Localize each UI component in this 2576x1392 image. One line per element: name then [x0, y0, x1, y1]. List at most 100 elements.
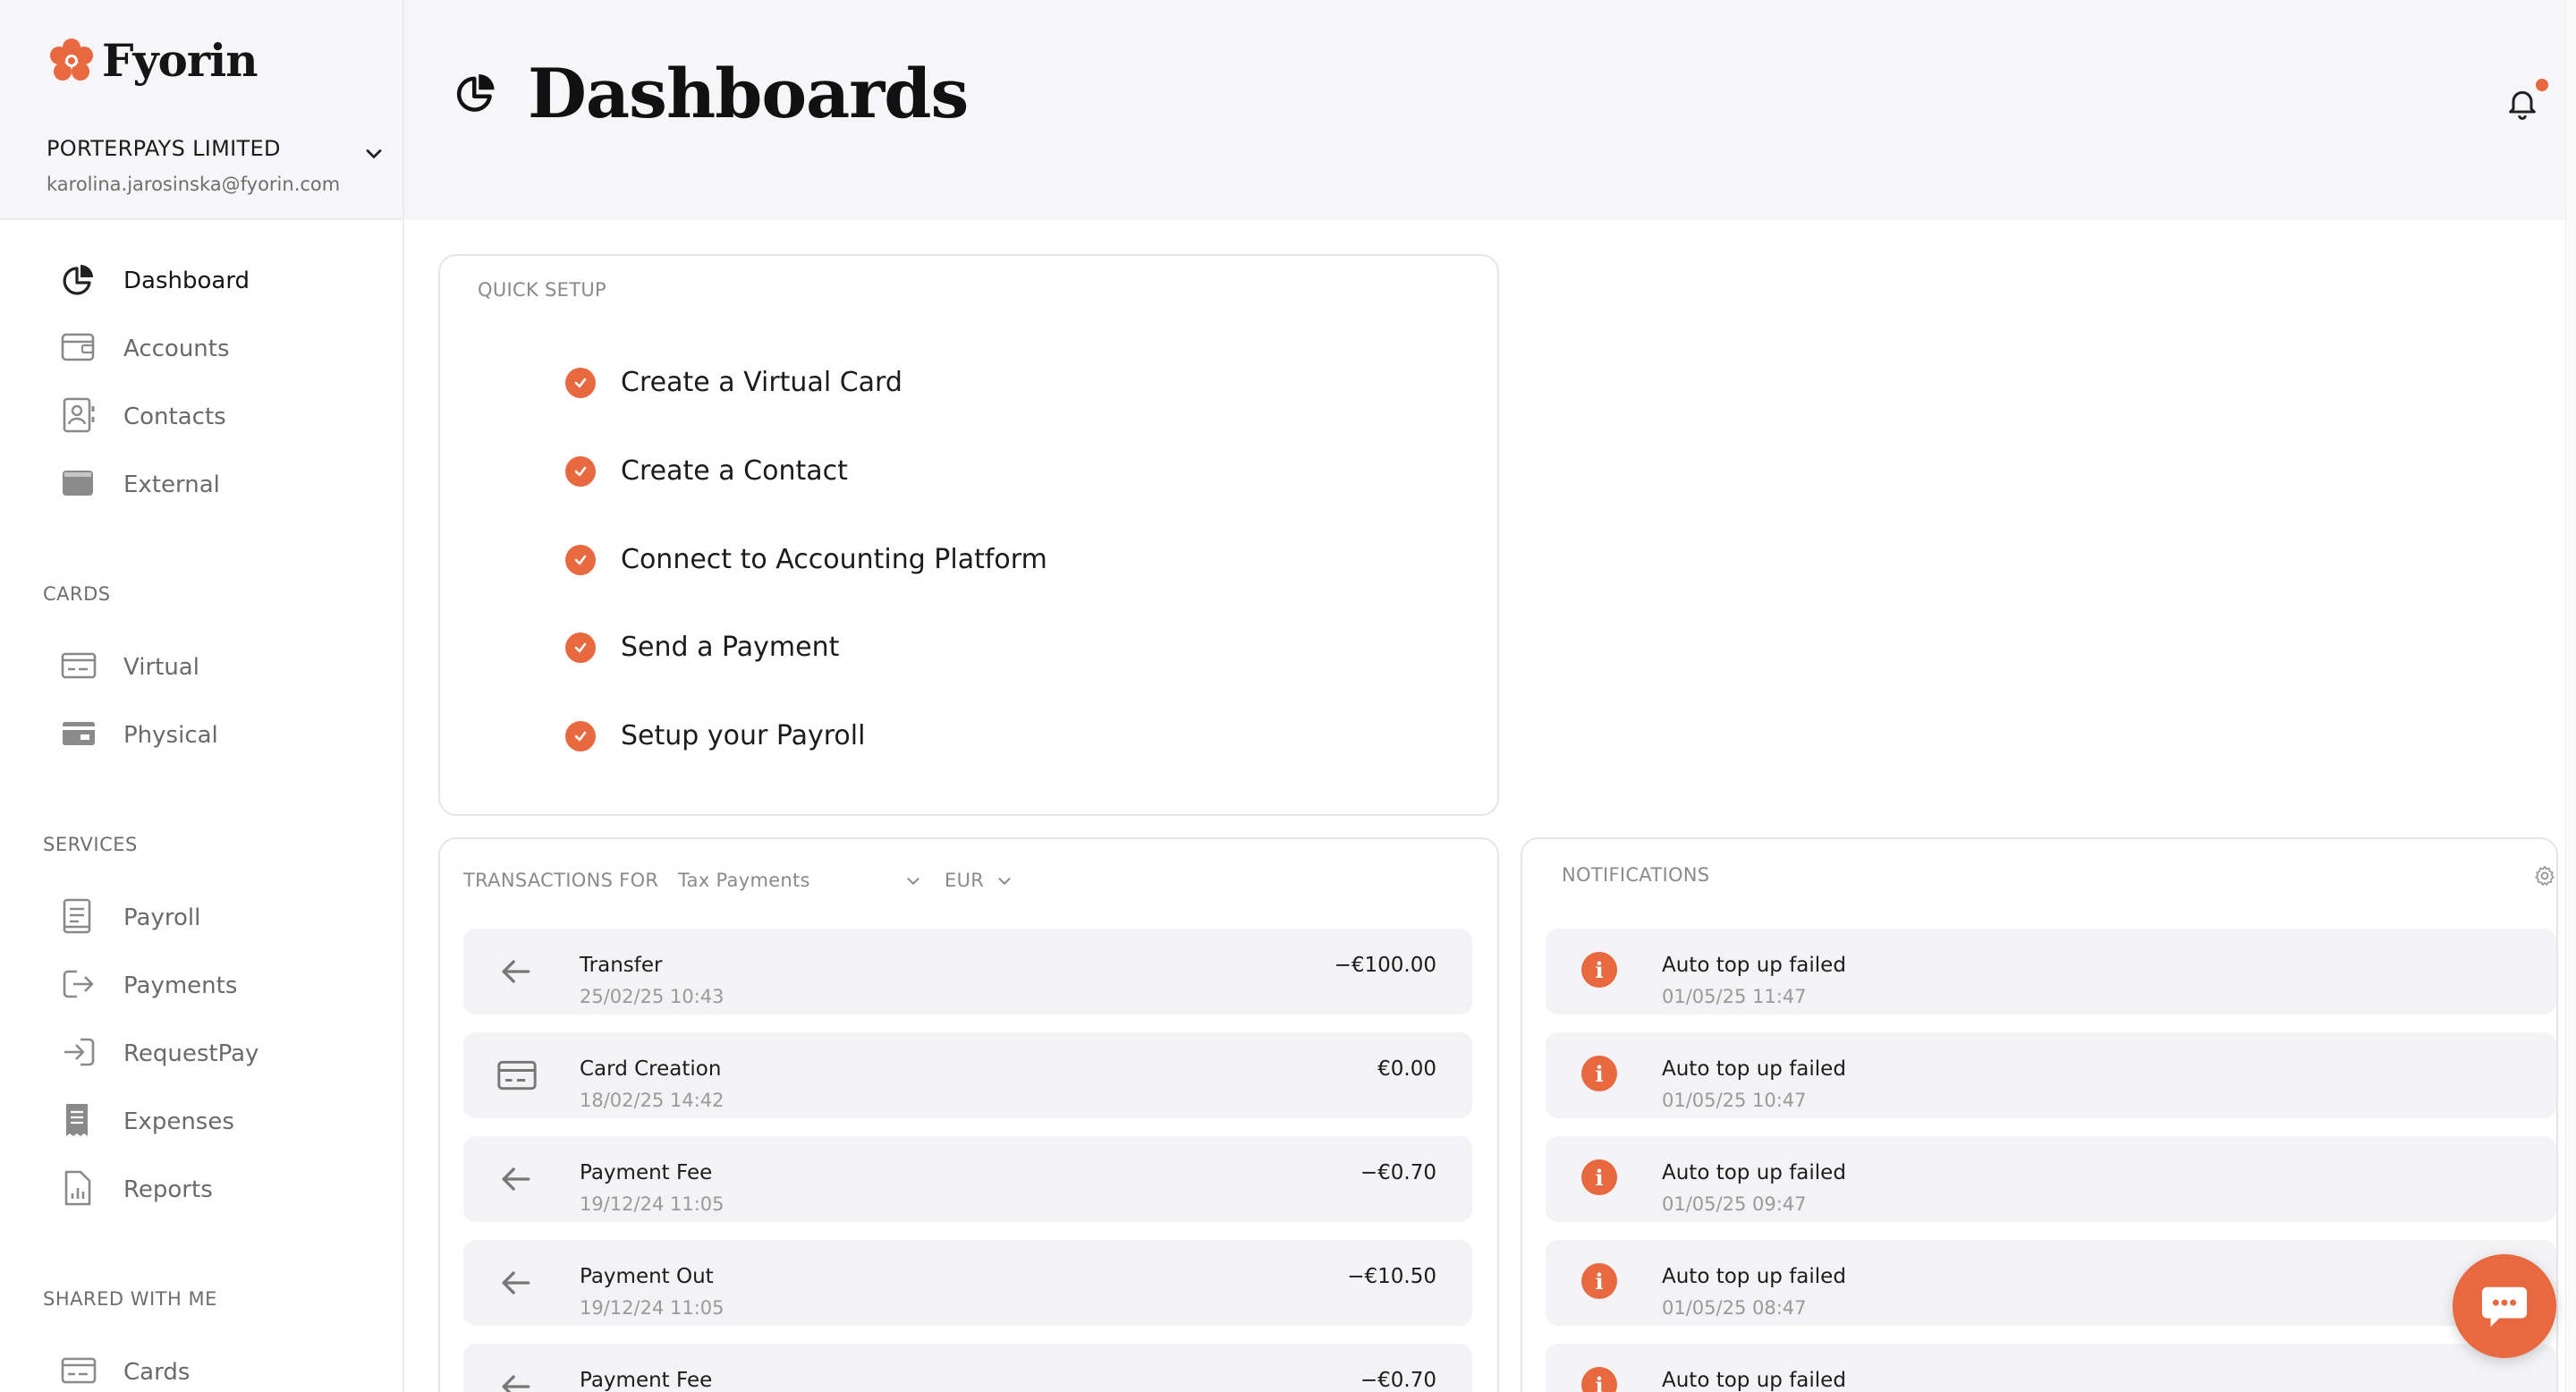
- sidebar-item-label: RequestPay: [123, 1040, 259, 1067]
- page-title: Dashboards: [528, 54, 969, 133]
- quick-setup-label: Connect to Accounting Platform: [621, 544, 1047, 575]
- notification-date: 01/05/25 10:47: [1662, 1090, 1807, 1111]
- sidebar-item-label: Virtual: [123, 654, 199, 681]
- transaction-amount: −€0.70: [1360, 1369, 1436, 1392]
- notification-title: Auto top up failed: [1662, 1161, 1846, 1184]
- card-icon: [497, 1060, 537, 1091]
- transaction-date: 19/12/24 11:05: [580, 1297, 724, 1319]
- quick-setup-item[interactable]: Create a Contact: [565, 455, 848, 487]
- transaction-row[interactable]: Payment Out 19/12/24 11:05 −€10.50: [463, 1240, 1472, 1326]
- sidebar-item-virtual[interactable]: Virtual: [0, 641, 402, 694]
- quick-setup-card: QUICK SETUP Create a Virtual Card Create…: [438, 254, 1499, 816]
- sidebar-item-dashboard[interactable]: Dashboard: [0, 254, 402, 308]
- transaction-row[interactable]: Transfer 25/02/25 10:43 −€100.00: [463, 929, 1472, 1014]
- chevron-down-icon[interactable]: [995, 871, 1014, 891]
- transaction-date: 25/02/25 10:43: [580, 986, 724, 1007]
- sidebar-item-label: Physical: [123, 722, 218, 749]
- transaction-date: 18/02/25 14:42: [580, 1090, 724, 1111]
- transaction-row[interactable]: Payment Fee 19/12/24 11:05 −€0.70: [463, 1136, 1472, 1222]
- quick-setup-label: Create a Virtual Card: [621, 367, 902, 398]
- info-icon: i: [1581, 1159, 1617, 1195]
- account-select-value: Tax Payments: [678, 870, 810, 891]
- quick-setup-label: Create a Contact: [621, 455, 848, 487]
- shared-card-icon: [61, 1357, 97, 1384]
- transaction-amount: −€100.00: [1334, 954, 1436, 977]
- check-circle-icon: [565, 367, 596, 398]
- sidebar-item-accounts[interactable]: Accounts: [0, 322, 402, 376]
- currency-select[interactable]: EUR: [945, 870, 984, 891]
- chevron-down-icon[interactable]: [903, 871, 923, 891]
- notification-date: 01/05/25 09:47: [1662, 1193, 1807, 1215]
- payroll-icon: [63, 898, 91, 934]
- transactions-title: TRANSACTIONS FOR: [463, 870, 659, 891]
- sidebar-item-label: Payroll: [123, 904, 201, 931]
- page-scrollbar[interactable]: [2565, 0, 2576, 1392]
- sidebar-item-contacts[interactable]: Contacts: [0, 390, 402, 444]
- notification-title: Auto top up failed: [1662, 1057, 1846, 1081]
- external-wallet-icon: [63, 471, 93, 496]
- quick-setup-item[interactable]: Create a Virtual Card: [565, 367, 902, 398]
- notifications-title: NOTIFICATIONS: [1562, 864, 1710, 886]
- bell-icon[interactable]: [2504, 84, 2540, 122]
- notification-row[interactable]: i Auto top up failed 01/05/25 11:47: [1546, 929, 2556, 1014]
- org-switcher[interactable]: Fyorin PORTERPAYS LIMITED karolina.jaros…: [0, 0, 402, 220]
- brand-logo[interactable]: Fyorin: [47, 34, 258, 87]
- wallet-icon: [61, 333, 95, 361]
- currency-select-value: EUR: [945, 870, 985, 891]
- quick-setup-title: QUICK SETUP: [478, 279, 606, 301]
- notification-title: Auto top up failed: [1662, 954, 1846, 977]
- notification-row[interactable]: i Auto top up failed 01/05/25 08:47: [1546, 1240, 2556, 1326]
- sidebar-item-label: Reports: [123, 1176, 213, 1203]
- sidebar-item-expenses[interactable]: Expenses: [0, 1095, 402, 1149]
- transactions-card: TRANSACTIONS FOR Tax Payments EUR Transf…: [438, 837, 1499, 1392]
- chat-button[interactable]: [2453, 1254, 2556, 1358]
- quick-setup-label: Send a Payment: [621, 632, 840, 663]
- check-circle-icon: [565, 455, 596, 487]
- quick-setup-item[interactable]: Send a Payment: [565, 632, 839, 663]
- transaction-title: Payment Fee: [580, 1369, 713, 1392]
- sidebar-item-payments[interactable]: Payments: [0, 959, 402, 1013]
- arrow-left-icon: [502, 960, 530, 983]
- transaction-amount: −€0.70: [1360, 1161, 1436, 1184]
- arrow-left-icon: [502, 1375, 530, 1392]
- check-circle-icon: [565, 632, 596, 663]
- brand-name: Fyorin: [102, 34, 258, 87]
- notification-title: Auto top up failed: [1662, 1265, 1846, 1288]
- chevron-down-icon[interactable]: [361, 141, 386, 166]
- sidebar-item-shared-cards[interactable]: Cards: [0, 1345, 402, 1392]
- transaction-amount: €0.00: [1377, 1057, 1436, 1081]
- account-select[interactable]: Tax Payments: [678, 870, 810, 891]
- arrow-left-icon: [502, 1167, 530, 1191]
- sidebar-item-reports[interactable]: Reports: [0, 1163, 402, 1217]
- sidebar-item-external[interactable]: External: [0, 458, 402, 512]
- notification-row[interactable]: i Auto top up failed 01/05/25 10:47: [1546, 1032, 2556, 1118]
- sidebar-item-payroll[interactable]: Payroll: [0, 891, 402, 945]
- pie-chart-icon: [63, 265, 93, 295]
- sidebar-item-label: Payments: [123, 972, 238, 999]
- notification-date: 01/05/25 11:47: [1662, 986, 1807, 1007]
- sidebar-item-label: Cards: [123, 1359, 191, 1386]
- payments-icon: [63, 970, 94, 998]
- pie-chart-icon: [456, 73, 495, 112]
- transaction-title: Card Creation: [580, 1057, 722, 1081]
- info-icon: i: [1581, 1367, 1617, 1392]
- virtual-card-icon: [61, 652, 97, 679]
- quick-setup-item[interactable]: Setup your Payroll: [565, 720, 865, 751]
- quick-setup-item[interactable]: Connect to Accounting Platform: [565, 544, 1047, 575]
- sidebar-item-label: Expenses: [123, 1108, 234, 1135]
- page-header: Dashboards: [404, 0, 2576, 220]
- sidebar-item-physical[interactable]: Physical: [0, 709, 402, 762]
- transaction-row[interactable]: Payment Fee −€0.70: [463, 1344, 1472, 1392]
- transaction-row[interactable]: Card Creation 18/02/25 14:42 €0.00: [463, 1032, 1472, 1118]
- check-circle-icon: [565, 720, 596, 751]
- transaction-amount: −€10.50: [1347, 1265, 1436, 1288]
- quick-setup-label: Setup your Payroll: [621, 720, 866, 751]
- sidebar: Fyorin PORTERPAYS LIMITED karolina.jaros…: [0, 0, 404, 1392]
- sidebar-item-label: External: [123, 471, 220, 498]
- physical-card-icon: [63, 722, 95, 745]
- arrow-left-icon: [502, 1271, 530, 1294]
- notification-row[interactable]: i Auto top up failed 01/05/25 09:47: [1546, 1136, 2556, 1222]
- gear-icon[interactable]: [2533, 864, 2556, 887]
- notification-row[interactable]: i Auto top up failed: [1546, 1344, 2556, 1392]
- sidebar-item-requestpay[interactable]: RequestPay: [0, 1027, 402, 1081]
